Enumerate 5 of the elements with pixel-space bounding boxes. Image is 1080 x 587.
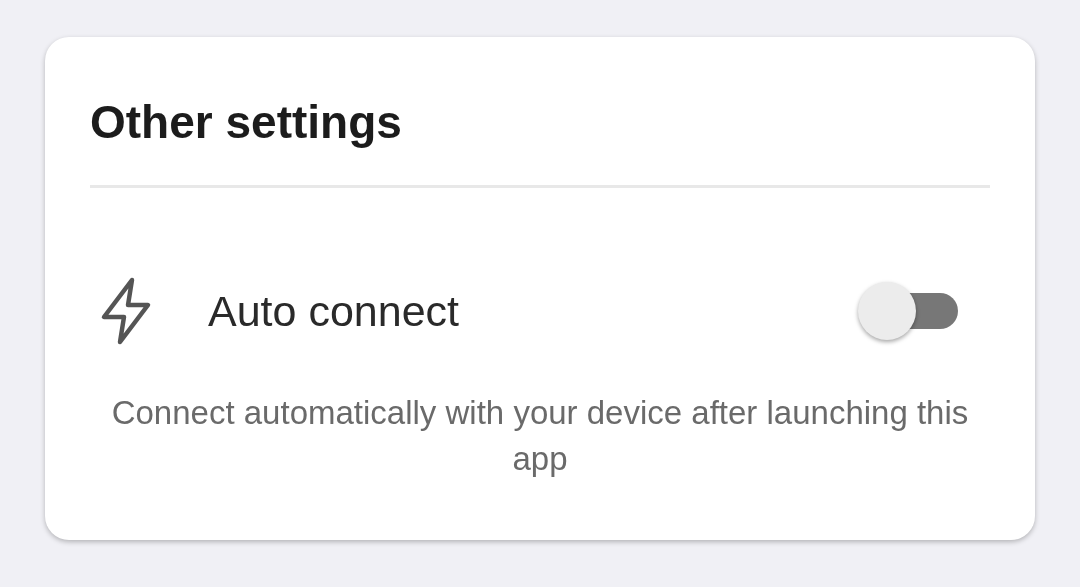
auto-connect-toggle[interactable]	[858, 280, 958, 342]
setting-description: Connect automatically with your device after launching this app	[110, 393, 970, 479]
card-title: Other settings	[90, 95, 403, 149]
setting-label: Auto connect	[208, 286, 460, 336]
lightning-bolt-icon	[100, 277, 152, 345]
